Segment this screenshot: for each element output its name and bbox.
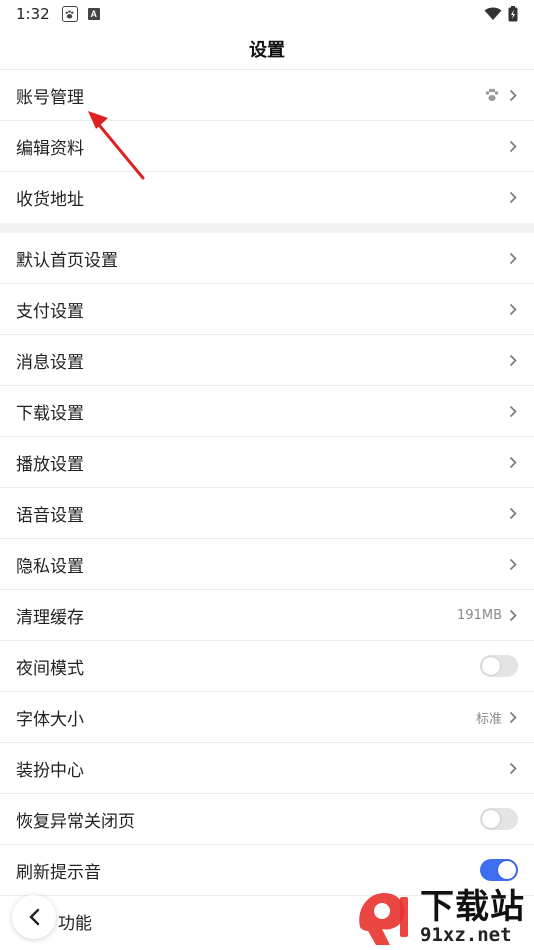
restore-pages-toggle[interactable] [480,808,518,830]
row-label: 刷新提示音 [16,862,101,883]
chevron-left-icon [29,908,40,926]
row-label: 夜间模式 [16,658,84,679]
settings-group-general: 默认首页设置 支付设置 消息设置 下载设置 播放设置 语音设置 隐私设置 清理缓… [0,233,534,947]
watermark-title: 下载站 [420,886,525,927]
row-label: 下载设置 [16,403,84,424]
wifi-icon [484,7,502,20]
watermark-logo [354,887,416,949]
row-label: 收货地址 [16,190,84,210]
chevron-right-icon [508,761,518,775]
chevron-right-icon [508,191,518,205]
night-mode-toggle[interactable] [480,655,518,677]
battery-icon [508,6,518,22]
row-default-homepage[interactable]: 默认首页设置 [0,233,534,284]
page-title: 设置 [249,39,285,61]
row-label: 账号管理 [16,87,84,108]
chevron-right-icon [508,353,518,367]
row-label: 隐私设置 [16,556,84,577]
chevron-right-icon [508,506,518,520]
row-label: 支付设置 [16,301,84,322]
group-separator [0,223,534,233]
watermark-text: 下载站 91xz.net [420,890,525,946]
row-night-mode: 夜间模式 [0,641,534,692]
cache-size-value: 191MB [457,607,502,623]
back-button[interactable] [12,895,56,939]
row-label: 字体大小 [16,709,84,730]
chevron-right-icon [508,88,518,102]
row-label: 装扮中心 [16,760,84,781]
row-label: 清理缓存 [16,607,84,628]
chevron-right-icon [508,608,518,622]
row-download-settings[interactable]: 下载设置 [0,386,534,437]
chevron-right-icon [508,302,518,316]
row-font-size[interactable]: 字体大小 标准 [0,692,534,743]
row-label: 语音设置 [16,505,84,526]
paw-app-icon [61,6,78,22]
row-label: 消息设置 [16,352,84,373]
chevron-right-icon [508,455,518,469]
row-account-management[interactable]: 账号管理 [0,70,534,121]
watermark: 下载站 91xz.net [354,885,534,950]
refresh-sound-toggle[interactable] [480,859,518,881]
row-playback-settings[interactable]: 播放设置 [0,437,534,488]
a-notification-icon: A [87,8,100,20]
settings-group-account: 账号管理 编辑资料 收货地址 [0,70,534,223]
row-restore-closed-pages: 恢复异常关闭页 [0,794,534,845]
chevron-right-icon [508,251,518,265]
chevron-right-icon [508,557,518,571]
row-voice-settings[interactable]: 语音设置 [0,488,534,539]
chevron-right-icon [508,404,518,418]
row-shipping-address[interactable]: 收货地址 [0,172,534,223]
chevron-right-icon [508,710,518,724]
toggle-knob [498,861,516,879]
status-bar: 1:32 A [0,0,534,28]
toggle-knob [482,657,500,675]
paw-icon [484,87,500,103]
status-right [484,6,518,22]
watermark-url: 91xz.net [420,923,512,946]
row-dressup-center[interactable]: 装扮中心 [0,743,534,794]
font-size-value: 标准 [475,711,502,727]
row-label: 恢复异常关闭页 [16,811,135,832]
chevron-right-icon [508,139,518,153]
toggle-knob [482,810,500,828]
row-edit-profile[interactable]: 编辑资料 [0,121,534,172]
status-time: 1:32 [16,5,50,23]
row-message-settings[interactable]: 消息设置 [0,335,534,386]
row-payment-settings[interactable]: 支付设置 [0,284,534,335]
row-label: 默认首页设置 [16,250,118,271]
title-bar: 设置 [0,28,534,70]
annotation-arrow [88,111,145,180]
row-label: 播放设置 [16,454,84,475]
row-privacy-settings[interactable]: 隐私设置 [0,539,534,590]
row-clear-cache[interactable]: 清理缓存 191MB [0,590,534,641]
